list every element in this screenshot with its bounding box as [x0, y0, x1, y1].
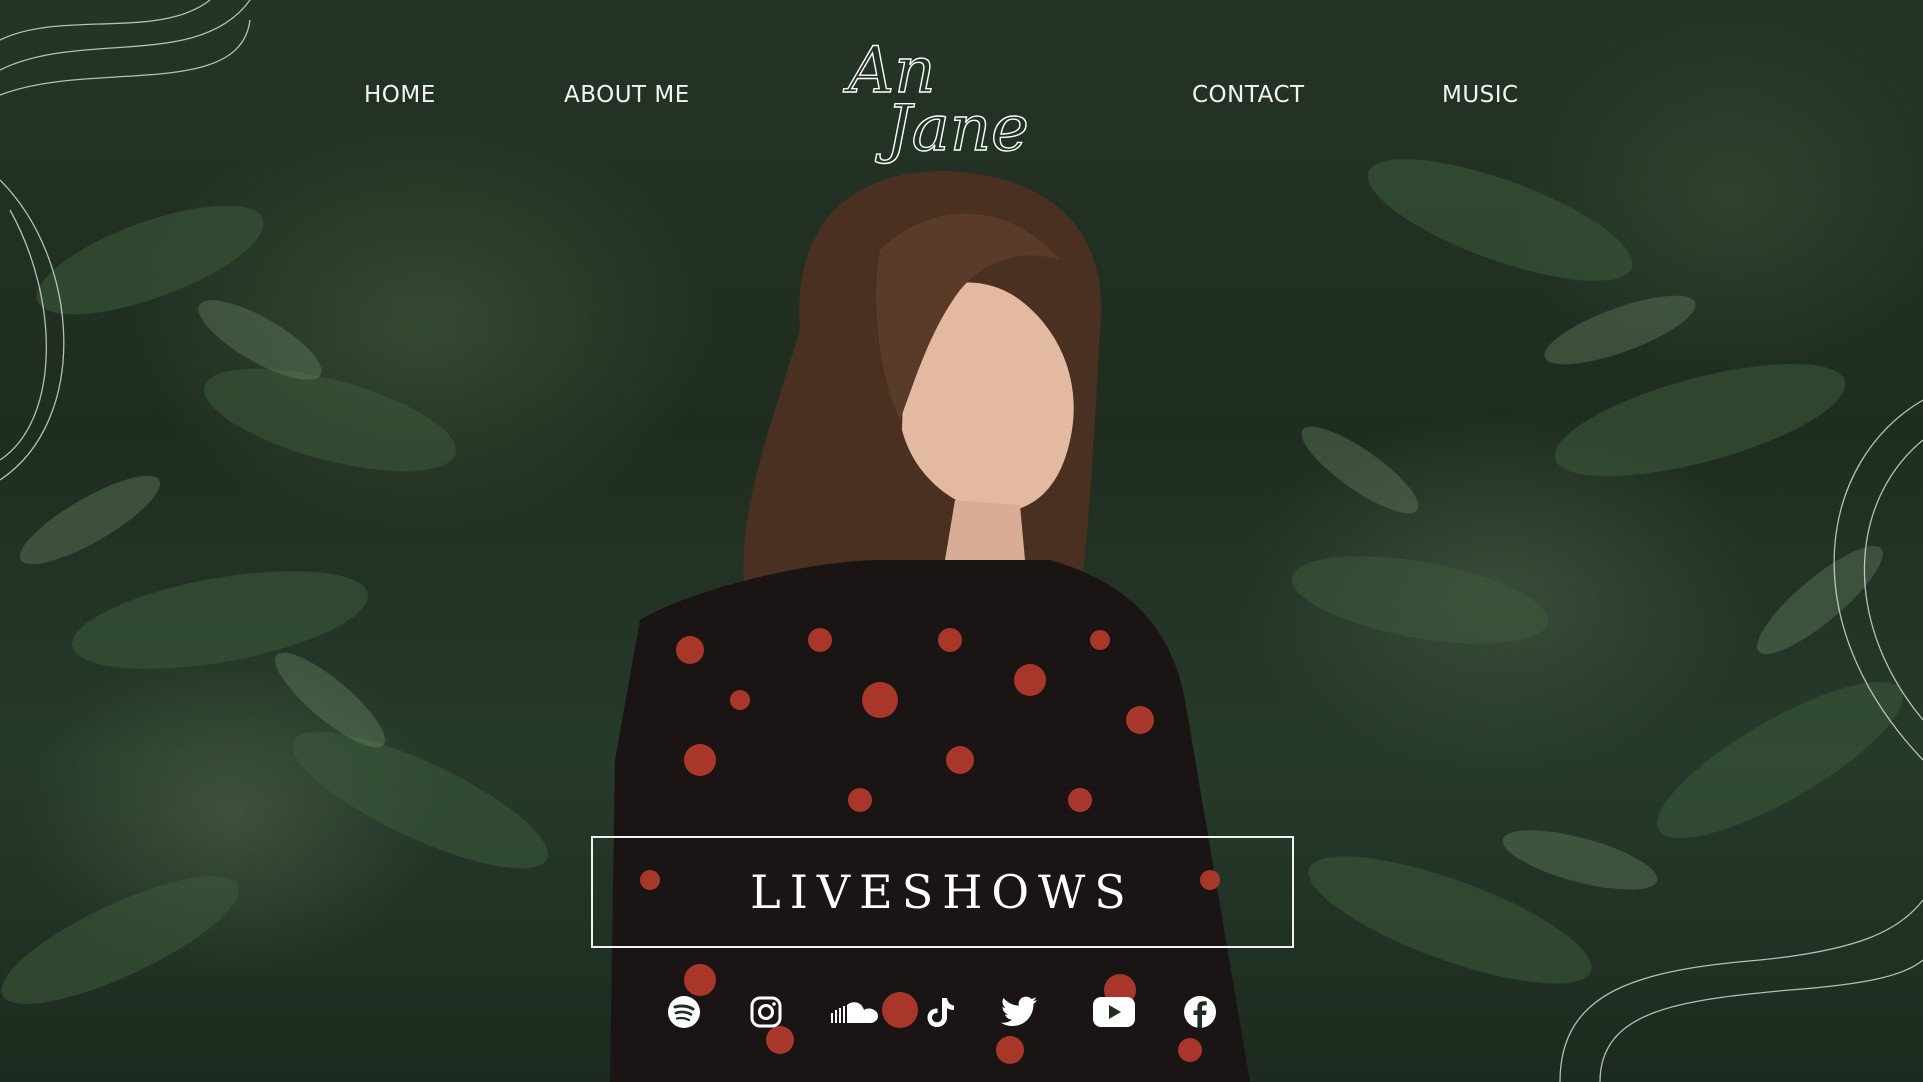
facebook-icon[interactable]	[1178, 990, 1222, 1034]
liveshows-label: LIVESHOWS	[750, 865, 1135, 919]
tiktok-icon[interactable]	[918, 990, 962, 1034]
page: HOME ABOUT ME CONTACT MUSIC An Jane LIVE…	[0, 0, 1923, 1082]
nav-music-link[interactable]: MUSIC	[1442, 82, 1519, 108]
site-logo[interactable]: An Jane	[840, 30, 1040, 170]
logo-line2: Jane	[875, 92, 1029, 166]
nav-contact-link[interactable]: CONTACT	[1192, 82, 1305, 108]
nav-home-link[interactable]: HOME	[364, 82, 436, 108]
instagram-icon[interactable]	[744, 990, 788, 1034]
youtube-icon[interactable]	[1088, 990, 1140, 1034]
soundcloud-icon[interactable]	[828, 990, 882, 1034]
nav-about-link[interactable]: ABOUT ME	[564, 82, 690, 108]
spotify-icon[interactable]	[662, 990, 706, 1034]
liveshows-button[interactable]: LIVESHOWS	[591, 836, 1294, 948]
twitter-icon[interactable]	[998, 990, 1042, 1034]
social-links	[660, 990, 1230, 1040]
